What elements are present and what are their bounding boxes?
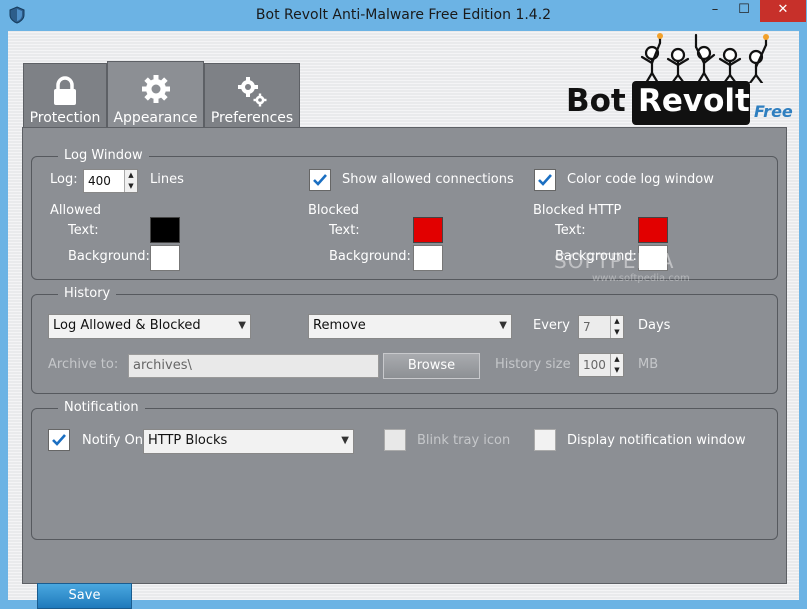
history-action-dropdown[interactable]: Remove ▼ [308, 314, 512, 339]
blocked-background-color-swatch[interactable] [413, 245, 443, 271]
tab-preferences[interactable]: Preferences [204, 63, 300, 127]
chevron-down-icon: ▼ [499, 320, 507, 331]
notify-on-label: Notify On [82, 433, 144, 448]
allowed-background-label: Background: [68, 249, 150, 264]
checkmark-icon [52, 434, 66, 446]
notify-on-checkbox[interactable] [48, 429, 70, 451]
browse-button[interactable]: Browse [383, 353, 480, 379]
log-label: Log: [50, 172, 78, 187]
days-label: Days [638, 318, 671, 333]
watermark-text: SOFTPEDIA [554, 249, 675, 273]
title-bar[interactable]: Bot Revolt Anti-Malware Free Edition 1.4… [0, 0, 807, 30]
show-allowed-checkbox[interactable] [309, 169, 331, 191]
log-window-group-title: Log Window [58, 148, 149, 163]
close-button[interactable]: ✕ [760, 0, 806, 22]
history-size-spinner[interactable]: 100 ▲ ▼ [578, 353, 624, 377]
notify-on-value: HTTP Blocks [148, 433, 228, 448]
notification-group: Notification Notify On HTTP Blocks ▼ Bli… [31, 400, 778, 540]
color-code-label: Color code log window [567, 172, 714, 187]
lines-label: Lines [150, 172, 184, 187]
robots-mascot-icon [640, 33, 769, 83]
every-days-value: 7 [583, 320, 591, 334]
tab-appearance[interactable]: Appearance [107, 61, 204, 127]
tab-protection[interactable]: Protection [23, 63, 107, 127]
allowed-text-color-swatch[interactable] [150, 217, 180, 243]
history-group: History Log Allowed & Blocked ▼ Remove ▼… [31, 286, 778, 394]
history-mode-value: Log Allowed & Blocked [53, 318, 201, 333]
display-notification-label: Display notification window [567, 433, 746, 448]
color-code-checkbox[interactable] [534, 169, 556, 191]
gears-icon [238, 77, 267, 107]
lock-icon [54, 76, 76, 105]
tab-protection-label: Protection [29, 110, 101, 126]
blocked-http-text-color-swatch[interactable] [638, 217, 668, 243]
allowed-label: Allowed [50, 203, 101, 218]
history-action-value: Remove [313, 318, 366, 333]
chevron-down-icon: ▼ [238, 320, 246, 331]
display-notification-checkbox[interactable] [534, 429, 556, 451]
log-lines-spinner[interactable]: 400 ▲ ▼ [83, 169, 138, 193]
checkmark-icon [313, 174, 327, 186]
blink-tray-icon-checkbox[interactable] [384, 429, 406, 451]
tab-preferences-label: Preferences [210, 110, 294, 126]
every-label: Every [533, 318, 570, 333]
blocked-text-color-swatch[interactable] [413, 217, 443, 243]
notification-group-title: Notification [58, 400, 145, 415]
tab-appearance-label: Appearance [113, 110, 198, 126]
minimize-button[interactable]: – [700, 0, 730, 22]
history-size-label: History size [495, 357, 571, 372]
window-title: Bot Revolt Anti-Malware Free Edition 1.4… [255, 7, 552, 23]
appearance-panel: Log Window Log: 400 ▲ ▼ Lines Show allowe… [22, 127, 787, 584]
logo-revolt-text: Revolt [638, 83, 750, 119]
checkmark-icon [538, 174, 552, 186]
history-mode-dropdown[interactable]: Log Allowed & Blocked ▼ [48, 314, 251, 339]
allowed-text-label: Text: [68, 223, 99, 238]
history-group-title: History [58, 286, 117, 301]
maximize-button[interactable]: ☐ [730, 0, 758, 22]
show-allowed-label: Show allowed connections [342, 172, 514, 187]
history-size-value: 100 [583, 358, 606, 372]
client-area: Bot Revolt Free Protection Appearance Pr… [8, 31, 799, 609]
save-button[interactable]: Save [37, 583, 132, 609]
spinner-arrows-icon[interactable]: ▲ ▼ [124, 170, 137, 192]
blocked-http-text-label: Text: [555, 223, 586, 238]
blocked-http-label: Blocked HTTP [533, 203, 622, 218]
spinner-arrows-icon[interactable]: ▲ ▼ [610, 316, 623, 338]
archive-to-label: Archive to: [48, 357, 119, 372]
blocked-text-label: Text: [329, 223, 360, 238]
logo-free-text: Free [754, 102, 793, 121]
spinner-arrows-icon[interactable]: ▲ ▼ [610, 354, 623, 376]
mb-label: MB [638, 357, 659, 372]
every-days-spinner[interactable]: 7 ▲ ▼ [578, 315, 624, 339]
notify-on-dropdown[interactable]: HTTP Blocks ▼ [143, 429, 354, 454]
chevron-down-icon: ▼ [341, 435, 349, 446]
gear-icon [141, 75, 170, 103]
blocked-label: Blocked [308, 203, 359, 218]
archive-path-input[interactable]: archives\ [128, 354, 379, 378]
blocked-background-label: Background: [329, 249, 411, 264]
log-lines-value: 400 [88, 174, 111, 188]
blink-tray-icon-label: Blink tray icon [417, 433, 511, 448]
app-window: Bot Revolt Anti-Malware Free Edition 1.4… [0, 0, 807, 609]
bot-revolt-logo: Bot Revolt Free [564, 33, 796, 125]
logo-bot-text: Bot [566, 83, 626, 119]
watermark-subtext: www.softpedia.com [592, 273, 690, 284]
allowed-background-color-swatch[interactable] [150, 245, 180, 271]
